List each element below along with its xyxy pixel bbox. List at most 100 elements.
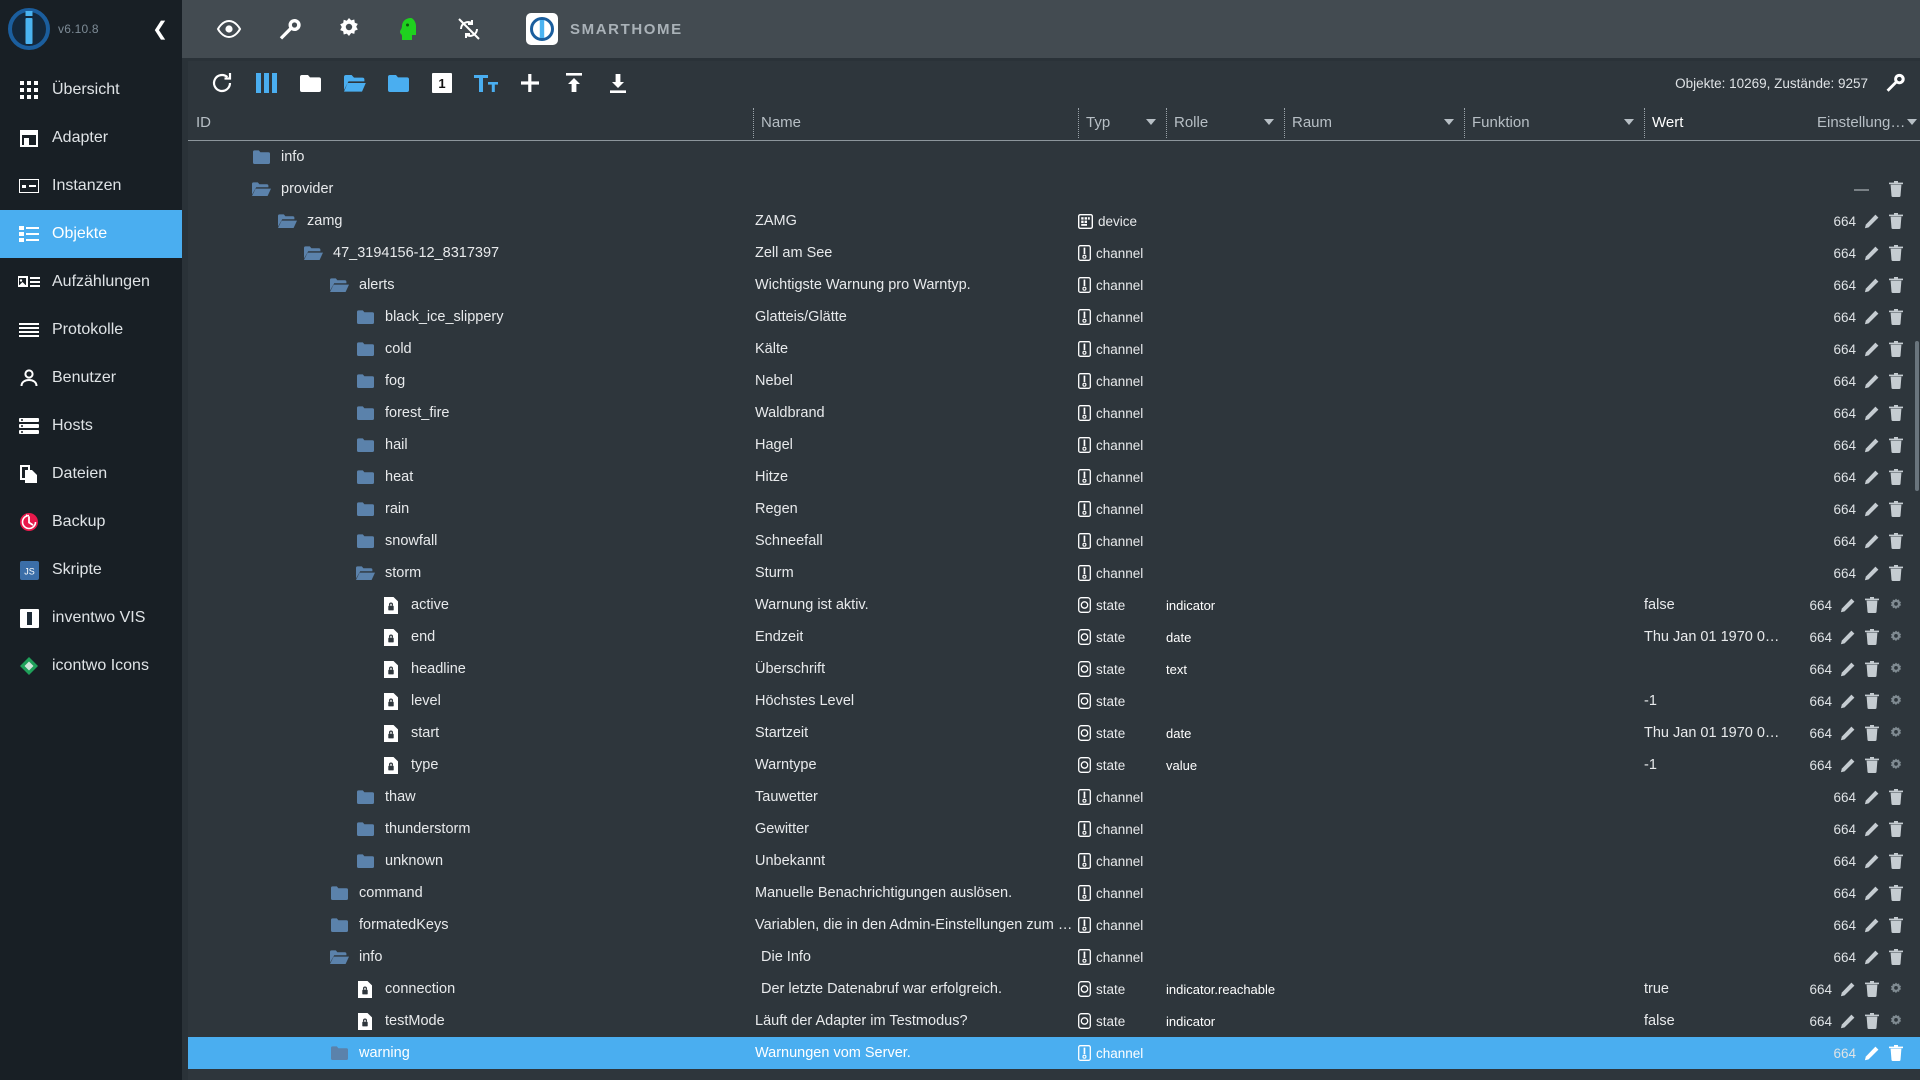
delete-icon[interactable] <box>1863 1013 1880 1030</box>
table-row[interactable]: zamg ZAMG device 664 <box>188 205 1920 237</box>
column-header-rolle[interactable]: Rolle <box>1166 104 1284 140</box>
edit-icon[interactable] <box>1863 437 1880 454</box>
folder-filled-icon[interactable] <box>250 150 272 164</box>
sidebar-item-benutzer[interactable]: Benutzer <box>0 354 182 402</box>
delete-icon[interactable] <box>1863 757 1880 774</box>
folder-filled-icon[interactable] <box>354 342 376 356</box>
state-lock-icon[interactable] <box>380 692 402 710</box>
chevron-left-icon[interactable]: ❮ <box>152 20 168 39</box>
column-header-id[interactable]: ID <box>188 104 753 140</box>
sidebar-item-skripte[interactable]: JS Skripte <box>0 546 182 594</box>
delete-icon[interactable] <box>1887 277 1904 294</box>
folder-open-icon[interactable] <box>276 214 298 228</box>
table-row[interactable]: command Manuelle Benachrichtigungen auslö… <box>188 877 1920 909</box>
column-header-raum[interactable]: Raum <box>1284 104 1464 140</box>
folder-filled-icon[interactable] <box>328 1046 350 1060</box>
folder-open-icon[interactable] <box>328 950 350 964</box>
edit-icon[interactable] <box>1839 757 1856 774</box>
state-lock-icon[interactable] <box>380 724 402 742</box>
folder-filled-icon[interactable] <box>354 438 376 452</box>
delete-icon[interactable] <box>1863 661 1880 678</box>
folder-open-icon[interactable] <box>328 278 350 292</box>
refresh-icon[interactable] <box>200 63 244 103</box>
edit-icon[interactable] <box>1863 373 1880 390</box>
delete-icon[interactable] <box>1887 245 1904 262</box>
table-row[interactable]: unknown Unbekannt channel 664 <box>188 845 1920 877</box>
edit-icon[interactable] <box>1863 949 1880 966</box>
delete-icon[interactable] <box>1887 437 1904 454</box>
gear-icon[interactable] <box>1887 981 1904 998</box>
table-row[interactable]: cold Kälte channel 664 <box>188 333 1920 365</box>
edit-icon[interactable] <box>1863 277 1880 294</box>
cell-wert[interactable]: true <box>1644 981 1809 997</box>
table-row[interactable]: snowfall Schneefall channel 664 <box>188 525 1920 557</box>
chevron-down-icon[interactable] <box>1146 119 1156 125</box>
gear-icon[interactable] <box>1887 661 1904 678</box>
folder-filled-icon[interactable] <box>328 918 350 932</box>
chevron-down-icon[interactable] <box>1624 119 1634 125</box>
folder-filled-icon[interactable] <box>354 406 376 420</box>
add-icon[interactable] <box>508 63 552 103</box>
edit-icon[interactable] <box>1863 469 1880 486</box>
column-header-name[interactable]: Name <box>753 104 1078 140</box>
table-row[interactable]: storm Sturm channel 664 <box>188 557 1920 589</box>
delete-icon[interactable] <box>1887 885 1904 902</box>
delete-icon[interactable] <box>1863 597 1880 614</box>
head-green-icon[interactable] <box>396 16 422 42</box>
gear-icon[interactable] <box>1887 757 1904 774</box>
gear-icon[interactable] <box>1887 597 1904 614</box>
state-lock-icon[interactable] <box>380 596 402 614</box>
edit-icon[interactable] <box>1839 1013 1856 1030</box>
edit-icon[interactable] <box>1863 565 1880 582</box>
folder-open-icon[interactable] <box>250 182 272 196</box>
delete-icon[interactable] <box>1887 309 1904 326</box>
edit-icon[interactable] <box>1863 405 1880 422</box>
folder-filled-icon[interactable] <box>376 63 420 103</box>
edit-icon[interactable] <box>1839 981 1856 998</box>
delete-icon[interactable] <box>1863 725 1880 742</box>
cell-wert[interactable]: Thu Jan 01 1970 0… <box>1644 725 1809 741</box>
sidebar-item-adapter[interactable]: Adapter <box>0 114 182 162</box>
table-row[interactable]: provider — <box>188 173 1920 205</box>
delete-icon[interactable] <box>1887 949 1904 966</box>
table-row[interactable]: fog Nebel channel 664 <box>188 365 1920 397</box>
delete-icon[interactable] <box>1887 789 1904 806</box>
column-header-funktion[interactable]: Funktion <box>1464 104 1644 140</box>
table-row[interactable]: info <box>188 141 1920 173</box>
cell-wert[interactable]: Thu Jan 01 1970 0… <box>1644 629 1809 645</box>
folder-filled-icon[interactable] <box>354 534 376 548</box>
table-row[interactable]: formatedKeys Variablen, die in den Admin-… <box>188 909 1920 941</box>
table-row[interactable]: thaw Tauwetter channel 664 <box>188 781 1920 813</box>
table-row[interactable]: heat Hitze channel 664 <box>188 461 1920 493</box>
delete-icon[interactable] <box>1887 501 1904 518</box>
cell-wert[interactable]: -1 <box>1644 757 1809 773</box>
table-row[interactable]: connection Der letzte Datenabruf war erfo… <box>188 973 1920 1005</box>
chevron-down-icon[interactable] <box>1264 119 1274 125</box>
delete-icon[interactable] <box>1863 981 1880 998</box>
table-row[interactable]: 47_3194156-12_8317397 Zell am See channel 6… <box>188 237 1920 269</box>
edit-icon[interactable] <box>1839 661 1856 678</box>
gear-icon[interactable] <box>1887 1013 1904 1030</box>
edit-icon[interactable] <box>1863 853 1880 870</box>
text-size-icon[interactable] <box>464 63 508 103</box>
delete-icon[interactable] <box>1887 565 1904 582</box>
state-lock-icon[interactable] <box>380 660 402 678</box>
edit-icon[interactable] <box>1863 213 1880 230</box>
delete-icon[interactable] <box>1887 405 1904 422</box>
sidebar-item-aufzaehlungen[interactable]: Aufzählungen <box>0 258 182 306</box>
folder-filled-icon[interactable] <box>354 790 376 804</box>
export-icon[interactable] <box>596 63 640 103</box>
table-row[interactable]: info Die Info channel 664 <box>188 941 1920 973</box>
table-row[interactable]: active Warnung ist aktiv. state indicator fa… <box>188 589 1920 621</box>
gear-icon[interactable] <box>1887 629 1904 646</box>
folder-filled-icon[interactable] <box>354 470 376 484</box>
column-header-typ[interactable]: Typ <box>1078 104 1166 140</box>
table-row[interactable]: rain Regen channel 664 <box>188 493 1920 525</box>
state-lock-icon[interactable] <box>354 1012 376 1030</box>
cell-wert[interactable]: -1 <box>1644 693 1809 709</box>
folder-filled-icon[interactable] <box>354 502 376 516</box>
delete-icon[interactable] <box>1887 373 1904 390</box>
sidebar-item-hosts[interactable]: Hosts <box>0 402 182 450</box>
edit-icon[interactable] <box>1839 693 1856 710</box>
wrench-icon[interactable] <box>276 16 302 42</box>
